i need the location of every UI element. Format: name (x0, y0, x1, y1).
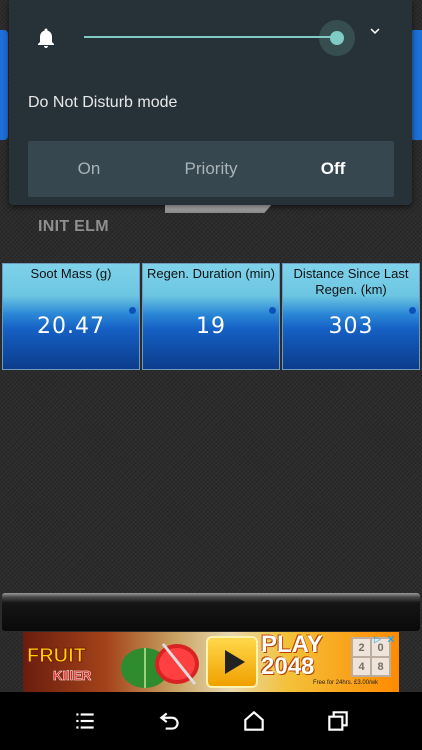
bottom-toolbar (2, 593, 420, 631)
gauge-label: Distance Since Last Regen. (km) (293, 266, 409, 297)
ad-fine-print: Free for 24hrs. £3.00/wk (313, 680, 379, 686)
recents-icon[interactable] (325, 708, 351, 734)
background-tab-left (0, 30, 8, 140)
gauge-label: Soot Mass (g) (30, 266, 112, 281)
gauge-distance-since-regen[interactable]: Distance Since Last Regen. (km) 303 (282, 263, 420, 370)
notification-panel: Do Not Disturb mode On Priority Off (9, 0, 412, 205)
killer-logo-text: KIllER (53, 668, 92, 683)
gauge-soot-mass[interactable]: Soot Mass (g) 20.47 (2, 263, 140, 370)
fruit-killer-logo: FRUIT KIllER (27, 645, 93, 684)
volume-slider-track[interactable] (84, 36, 339, 38)
play-icon[interactable] (206, 636, 258, 688)
chevron-down-icon[interactable] (366, 22, 384, 40)
play-2048-text: PLAY 2048 (261, 633, 323, 680)
dnd-title: Do Not Disturb mode (28, 94, 178, 111)
gauge-regen-duration[interactable]: Regen. Duration (min) 19 (142, 263, 280, 370)
volume-slider-thumb[interactable] (330, 31, 344, 45)
gauge-indicator-dot (129, 307, 136, 314)
ad-choices-icon[interactable]: ▷ (374, 634, 384, 644)
watermelon-image (121, 643, 199, 688)
dnd-option-off[interactable]: Off (272, 141, 394, 197)
bell-icon[interactable] (34, 26, 58, 50)
tile: 4 (353, 658, 370, 675)
menu-icon[interactable] (72, 708, 98, 734)
gauge-indicator-dot (269, 307, 276, 314)
gauge-value: 20.47 (37, 314, 105, 339)
dnd-segmented-control: On Priority Off (28, 141, 394, 197)
gauge-indicator-dot (409, 307, 416, 314)
tile: 2 (353, 639, 370, 656)
gauge-value: 19 (196, 314, 226, 339)
gauge-label: Regen. Duration (min) (147, 266, 275, 281)
init-elm-label[interactable]: INIT ELM (38, 218, 109, 236)
dnd-option-on[interactable]: On (28, 141, 150, 197)
home-icon[interactable] (241, 708, 267, 734)
system-navigation-bar (0, 692, 422, 750)
tile: 8 (372, 658, 389, 675)
fruit-logo-text: FRUIT (27, 645, 86, 667)
back-icon[interactable] (157, 708, 183, 734)
ad-game-title: 2048 (261, 653, 315, 680)
gauge-value: 303 (328, 314, 374, 339)
ad-banner[interactable]: FRUIT KIllER PLAY 2048 2 0 4 8 Free for … (23, 632, 399, 692)
close-icon[interactable]: ✕ (385, 634, 397, 646)
dnd-option-priority[interactable]: Priority (150, 141, 272, 197)
